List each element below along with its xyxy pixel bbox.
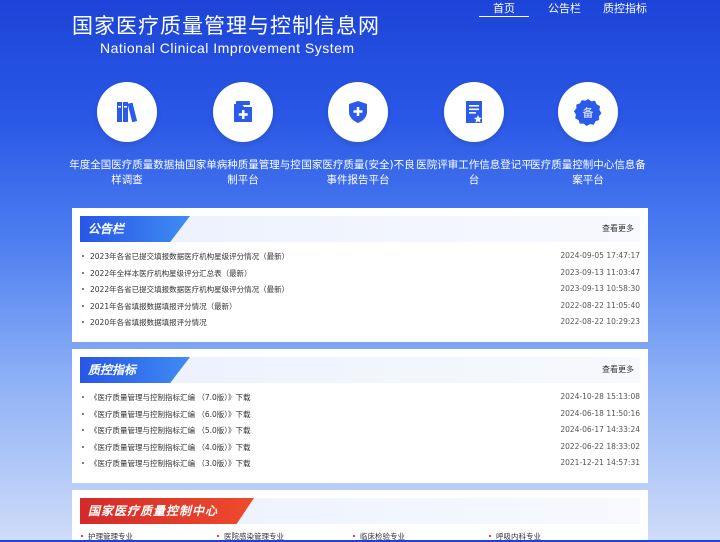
platform-single-disease[interactable]: 国家单病种质量管理与控制平台 [183,82,303,188]
platform-adverse-events[interactable]: 国家医疗质量(安全)不良事件报告平台 [298,82,418,188]
item-date: 2022-08-22 10:29:23 [560,317,640,326]
bullet [82,412,84,415]
list-item[interactable]: 2021年各省填报数据填报评分情况（最新） 2022-08-22 11:05:40 [82,300,640,317]
qc-center-panel: 国家医疗质量控制中心 护理管理专业 医院感染管理专业 临床检验专业 呼吸内科专业 [72,490,648,542]
item-date: 2022-08-22 11:05:40 [560,300,640,310]
item-title[interactable]: 2021年各省填报数据填报评分情况（最新） [90,301,237,312]
record-badge-icon: 备 [573,99,602,126]
bullet [82,462,84,464]
announcement-list: 2023年各省已提交填报数据医疗机构星级评分情况（最新） 2024-09-05 1… [82,250,640,333]
bullet [81,535,83,537]
announcements-panel: 公告栏 查看更多 2023年各省已提交填报数据医疗机构星级评分情况（最新） 202… [72,208,648,342]
platform-label: 年度全国医疗质量数据抽样调查 [69,159,185,186]
list-item[interactable]: 《医疗质量管理与控制指标汇编 （6.0版）》下载 2024-06-18 11:50… [82,408,640,425]
platform-icon-circle [213,82,273,142]
bullet [82,271,84,274]
platform-label: 国家单病种质量管理与控制平台 [185,159,301,186]
bullet [82,396,84,398]
platform-hospital-review[interactable]: 医院评审工作信息登记平台 [414,82,534,188]
item-date: 2021-12-21 14:57:31 [560,458,640,467]
certificate-icon [466,101,482,123]
qc-center-item[interactable]: 医院感染管理专业 [217,531,284,542]
bullet [82,445,84,448]
nav-quality-indicators[interactable]: 质控指标 [603,0,647,16]
item-date: 2024-06-18 11:50:16 [560,408,640,418]
nav-home[interactable]: 首页 [479,0,529,17]
platform-icon-circle: 备 [558,82,618,142]
list-item[interactable]: 2022年全样本医疗机构星级评分汇总表（最新） 2023-09-13 11:03:… [82,267,640,284]
badge-glyph: 备 [583,106,594,120]
list-item[interactable]: 《医疗质量管理与控制指标汇编 （4.0版）》下载 2022-06-22 18:33… [82,441,640,458]
list-item[interactable]: 2023年各省已提交填报数据医疗机构星级评分情况（最新） 2024-09-05 1… [82,250,640,267]
platform-icon-circle [328,82,388,142]
books-icon [117,102,138,123]
platform-label: 国家医疗质量(安全)不良事件报告平台 [301,159,415,186]
bullet [82,321,84,323]
platform-label: 医院评审工作信息登记平台 [416,159,532,186]
bullet [82,288,84,290]
bullet [489,535,491,537]
list-item[interactable]: 《医疗质量管理与控制指标汇编 （3.0版）》下载 2021-12-21 14:57… [82,457,640,474]
platform-icon-circle [444,82,504,142]
panel-title: 质控指标 [80,357,190,383]
list-item[interactable]: 2022年各省已提交填报数据医疗机构星级评分情况（最新） 2023-09-13 1… [82,283,640,300]
list-item[interactable]: 2020年各省填报数据填报评分情况 2022-08-22 10:29:23 [82,316,640,333]
item-title[interactable]: 《医疗质量管理与控制指标汇编 （3.0版）》下载 [90,458,251,469]
platform-icon-circle [97,82,157,142]
item-date: 2024-09-05 17:47:17 [560,251,640,260]
item-title[interactable]: 《医疗质量管理与控制指标汇编 （5.0版）》下载 [90,425,251,436]
site-title: 国家医疗质量管理与控制信息网 [72,14,380,38]
list-item[interactable]: 《医疗质量管理与控制指标汇编 （5.0版）》下载 2024-06-17 14:33… [82,424,640,441]
bullet [82,429,84,431]
item-title[interactable]: 2020年各省填报数据填报评分情况 [90,317,207,328]
item-title[interactable]: 《医疗质量管理与控制指标汇编 （7.0版）》下载 [90,392,251,403]
bullet [353,535,355,537]
qc-center-item[interactable]: 护理管理专业 [81,531,133,542]
platform-qc-center-record[interactable]: 备 医疗质量控制中心信息备案平台 [528,82,648,188]
platform-label: 医疗质量控制中心信息备案平台 [530,159,646,186]
view-more-link[interactable]: 查看更多 [602,223,634,234]
view-more-link[interactable]: 查看更多 [602,364,634,375]
medical-folder-icon [234,101,252,122]
item-date: 2023-09-13 10:58:30 [560,284,640,293]
item-date: 2022-06-22 18:33:02 [560,441,640,451]
item-title[interactable]: 2022年全样本医疗机构星级评分汇总表（最新） [90,268,252,279]
item-title[interactable]: 《医疗质量管理与控制指标汇编 （6.0版）》下载 [90,409,251,420]
item-title[interactable]: 2023年各省已提交填报数据医疗机构星级评分情况（最新） [90,251,289,262]
list-item[interactable]: 《医疗质量管理与控制指标汇编 （7.0版）》下载 2024-10-28 15:13… [82,391,640,408]
item-date: 2024-06-17 14:33:24 [560,425,640,434]
platform-sampling-survey[interactable]: 年度全国医疗质量数据抽样调查 [67,82,187,188]
panel-header: 公告栏 查看更多 [80,216,640,242]
quality-indicators-panel: 质控指标 查看更多 《医疗质量管理与控制指标汇编 （7.0版）》下载 2024-1… [72,349,648,483]
bullet [82,255,84,257]
item-date: 2024-10-28 15:13:08 [560,392,640,401]
panel-title: 国家医疗质量控制中心 [80,498,254,524]
shield-plus-icon [349,101,367,123]
panel-title: 公告栏 [80,216,190,242]
nav-announcements[interactable]: 公告栏 [548,0,581,16]
item-title[interactable]: 《医疗质量管理与控制指标汇编 （4.0版）》下载 [90,442,251,453]
item-title[interactable]: 2022年各省已提交填报数据医疗机构星级评分情况（最新） [90,284,289,295]
panel-header: 国家医疗质量控制中心 [80,498,640,524]
item-date: 2023-09-13 11:03:47 [560,267,640,277]
qc-center-item[interactable]: 临床检验专业 [353,531,405,542]
panel-header: 质控指标 查看更多 [80,357,640,383]
bullet [82,304,84,307]
qc-center-item[interactable]: 呼吸内科专业 [489,531,541,542]
bullet [217,535,219,537]
indicator-list: 《医疗质量管理与控制指标汇编 （7.0版）》下载 2024-10-28 15:13… [82,391,640,474]
site-subtitle: National Clinical Improvement System [100,40,355,56]
